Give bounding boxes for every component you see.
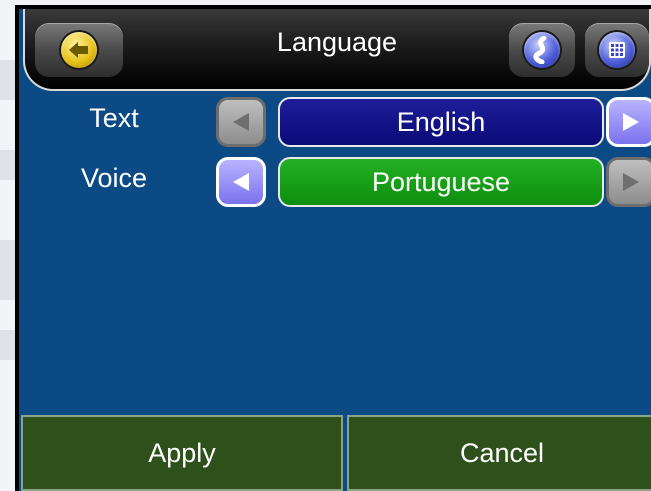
voice-language-value: Portuguese [278,157,604,207]
header-bar: Language [23,9,651,91]
menu-button[interactable] [585,23,649,77]
left-arrow-icon [233,173,249,191]
route-icon [524,32,560,68]
cancel-button[interactable]: Cancel [347,415,651,491]
text-language-value: English [278,97,604,147]
device-frame: Language Text English Voice Portuguese A… [15,5,651,491]
right-arrow-icon [623,113,639,131]
apply-button[interactable]: Apply [21,415,343,491]
voice-language-label: Voice [80,163,148,193]
voice-language-next-button[interactable] [606,157,651,207]
left-arrow-icon [233,113,249,131]
route-button[interactable] [509,23,575,77]
voice-language-prev-button[interactable] [216,157,266,207]
text-language-next-button[interactable] [606,97,651,147]
right-arrow-icon [623,173,639,191]
language-screen: Language Text English Voice Portuguese A… [19,9,651,491]
text-language-prev-button[interactable] [216,97,266,147]
text-language-label: Text [89,103,139,133]
keypad-menu-icon [599,32,635,68]
